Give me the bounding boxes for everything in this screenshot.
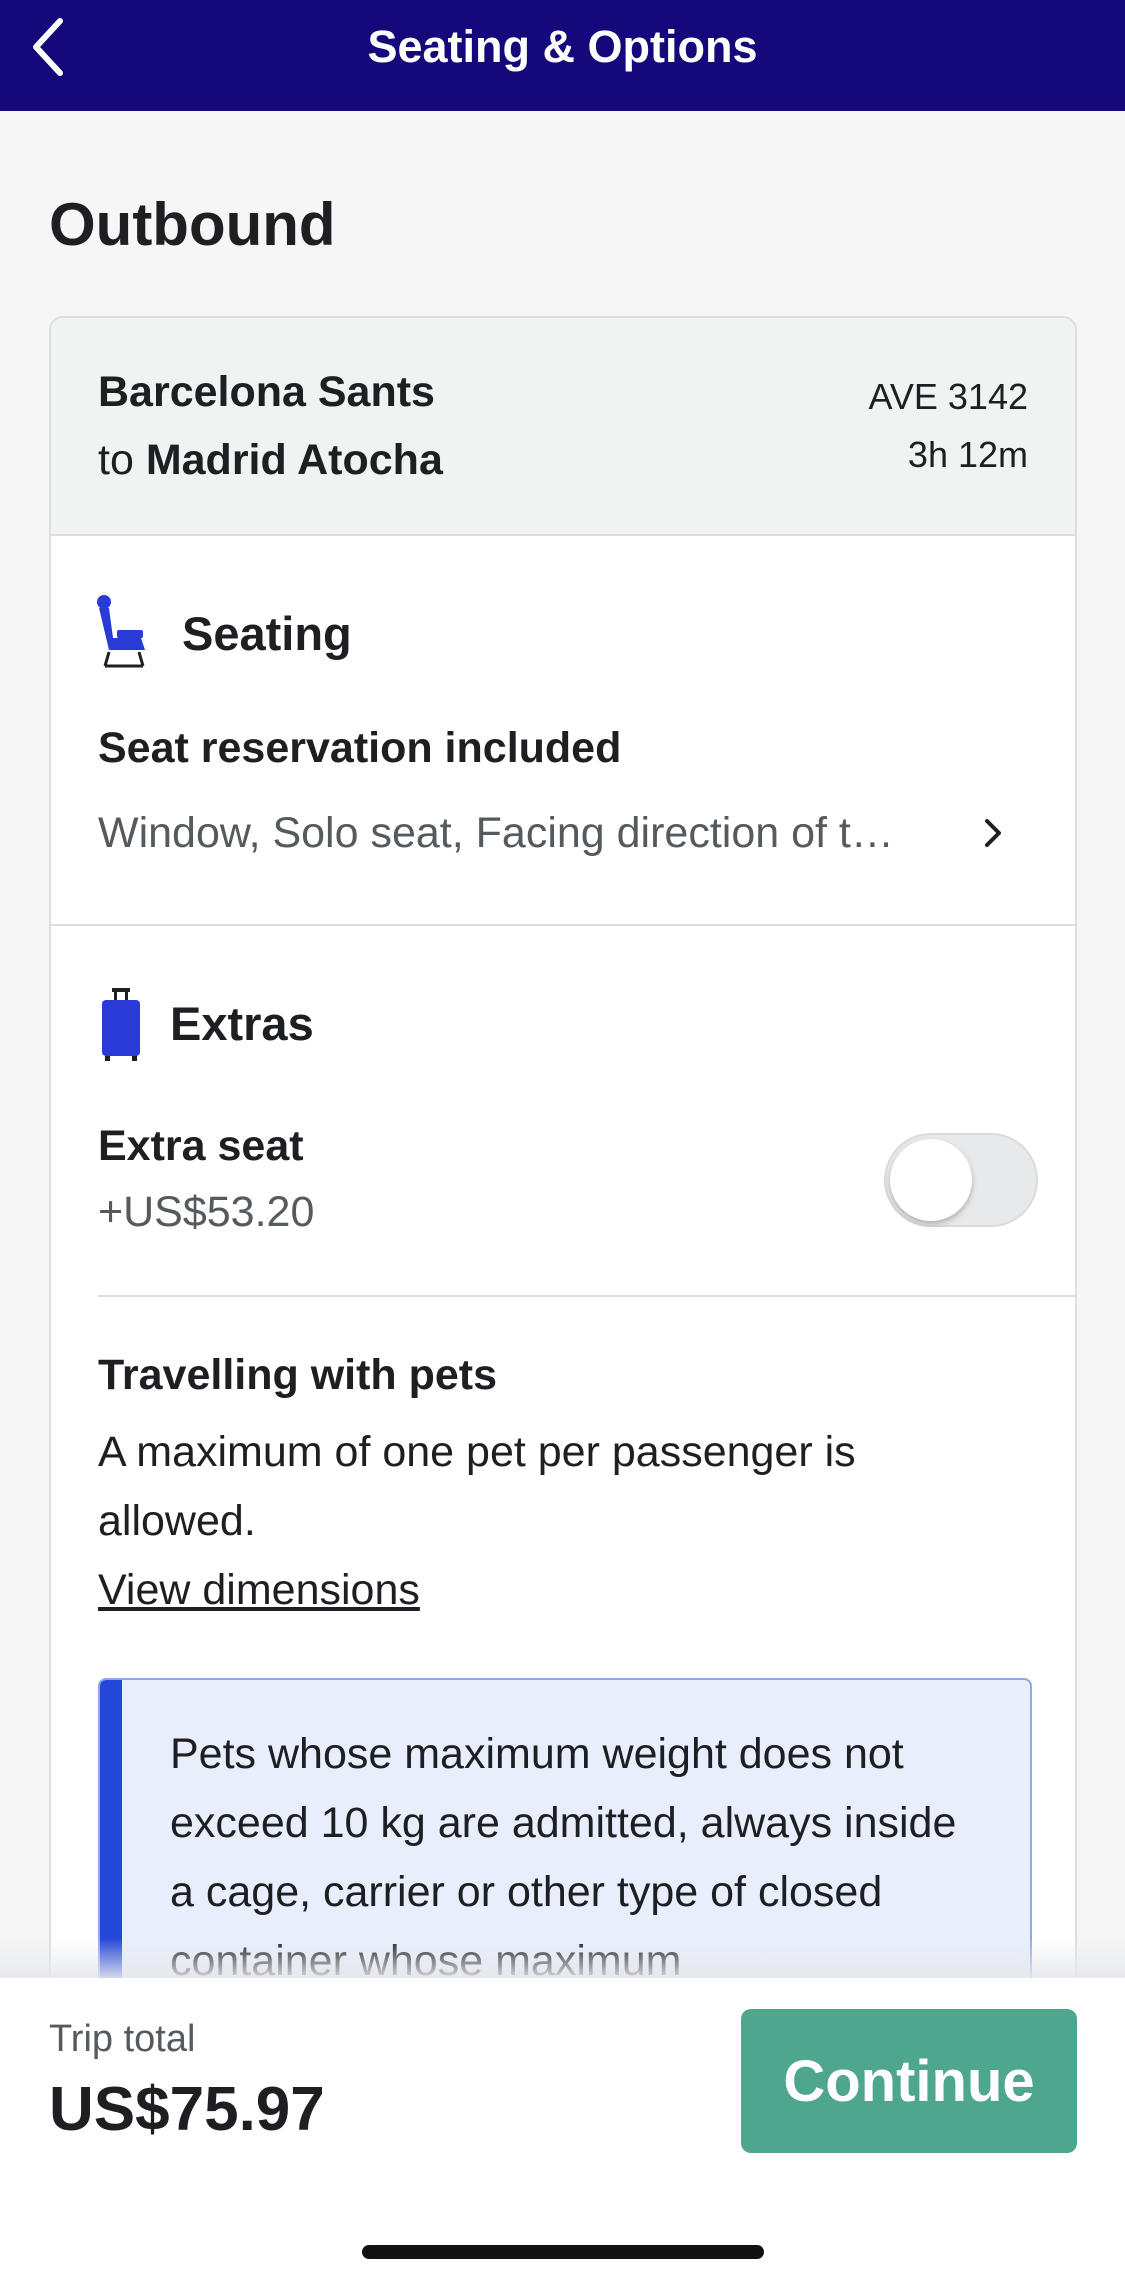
- seat-icon: [97, 595, 145, 668]
- toggle-knob: [890, 1139, 972, 1221]
- trip-total-label: Trip total: [49, 2018, 196, 2060]
- seating-heading: Seating: [182, 607, 352, 660]
- view-dimensions-link[interactable]: View dimensions: [98, 1566, 420, 1615]
- extras-heading: Extras: [170, 997, 314, 1050]
- train-number: AVE 3142: [868, 376, 1028, 417]
- trip-total-amount: US$75.97: [49, 2075, 325, 2144]
- journey-card: Barcelona Sants to Madrid Atocha AVE 314…: [49, 316, 1077, 2056]
- pets-description: A maximum of one pet per passenger is al…: [98, 1428, 856, 1545]
- extra-seat-price: +US$53.20: [98, 1188, 315, 1236]
- top-app-bar: Seating & Options: [0, 0, 1125, 111]
- destination-prefix: to: [98, 436, 134, 484]
- page-title: Seating & Options: [367, 20, 758, 72]
- footer-shadow: [0, 1938, 1125, 1978]
- pets-title: Travelling with pets: [98, 1351, 498, 1399]
- seating-section: Seating Seat reservation included Window…: [51, 536, 1075, 926]
- extra-seat-toggle[interactable]: [884, 1133, 1038, 1227]
- back-button[interactable]: [18, 12, 78, 82]
- destination-station: Madrid Atocha: [145, 436, 443, 484]
- divider: [98, 1295, 1075, 1297]
- home-indicator: [362, 2245, 764, 2259]
- route-summary: Barcelona Sants to Madrid Atocha AVE 314…: [51, 318, 1075, 536]
- destination-line: to Madrid Atocha: [98, 436, 443, 485]
- seat-reservation-label: Seat reservation included: [98, 724, 622, 772]
- seat-preferences-row[interactable]: Window, Solo seat, Facing direction of t…: [98, 798, 1038, 868]
- continue-button[interactable]: Continue: [741, 2009, 1077, 2153]
- seat-preferences-text: Window, Solo seat, Facing direction of t…: [98, 808, 894, 857]
- origin-station: Barcelona Sants: [98, 368, 435, 416]
- trip-duration: 3h 12m: [907, 434, 1028, 475]
- chevron-left-icon: [33, 18, 63, 76]
- bottom-bar: Trip total US$75.97 Continue: [0, 1938, 1125, 2284]
- suitcase-icon: [102, 988, 140, 1061]
- chevron-right-icon: [985, 819, 1001, 847]
- outbound-title: Outbound: [49, 191, 336, 258]
- extra-seat-label: Extra seat: [98, 1122, 304, 1170]
